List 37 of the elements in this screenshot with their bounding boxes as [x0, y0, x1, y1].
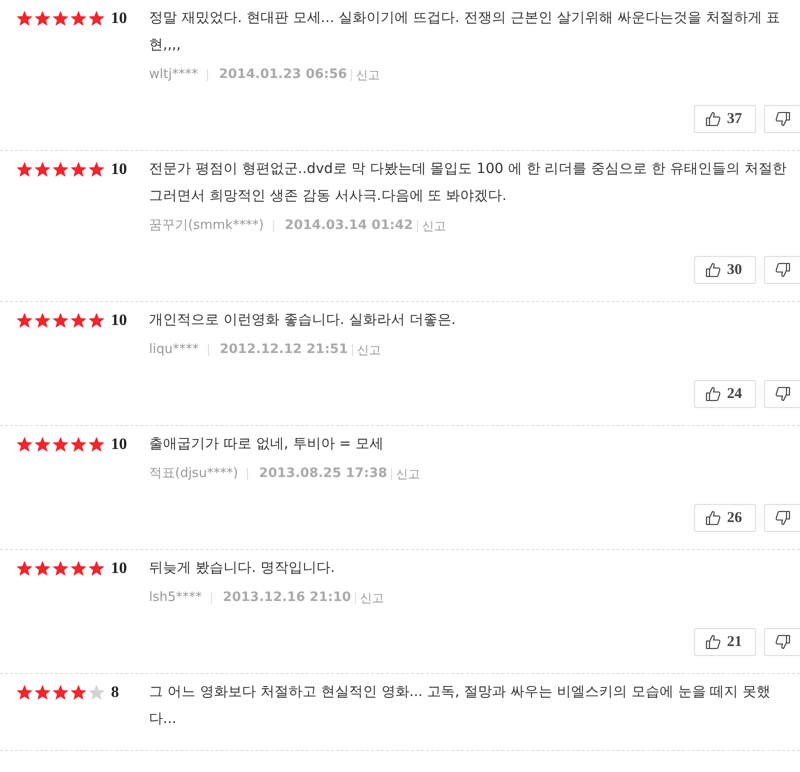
like-button[interactable]: 21 — [694, 628, 756, 656]
author-name: 적표(djsu****) — [149, 468, 248, 480]
rating-score: 10 — [111, 160, 127, 178]
like-button[interactable]: 24 — [694, 380, 756, 408]
thumbs-down-icon — [775, 262, 791, 278]
rating-score: 10 — [111, 312, 127, 330]
like-button[interactable]: 30 — [694, 256, 756, 284]
thumbs-down-icon — [775, 510, 791, 526]
thumbs-up-icon — [705, 262, 721, 278]
review-date: 2014.01.23 06:56 — [208, 69, 352, 81]
author-name: wltj**** — [149, 69, 208, 81]
thumbs-up-icon — [705, 510, 721, 526]
thumbs-up-icon — [705, 634, 721, 650]
rating-score: 8 — [111, 684, 119, 702]
thumbs-up-icon — [705, 111, 721, 127]
author-name: liqu**** — [149, 344, 209, 356]
review-text: 출애굽기가 따로 없네, 투비아 = 모세 — [149, 435, 384, 454]
thumbs-down-icon — [775, 111, 791, 127]
review-text: 개인적으로 이런영화 좋습니다. 실화라서 더좋은. — [149, 311, 457, 330]
review-date: 2013.12.16 21:10 — [212, 592, 356, 604]
author-name: 꿈꾸기(smmk****) — [149, 220, 274, 232]
like-button[interactable]: 37 — [694, 105, 756, 133]
review-date: 2013.08.25 17:38 — [248, 468, 392, 480]
review-text: 뒤늦게 봤습니다. 명작입니다. — [149, 559, 336, 578]
review-text: 그 어느 영화보다 처절하고 현실적인 영화... 고독, 절망과 싸우는 비엘스키의 모습에 눈을 떼지 못했다... — [149, 683, 772, 729]
review-date: 2012.12.12 21:51 — [208, 344, 353, 356]
review-date: 2014.03.14 01:42 — [274, 220, 418, 232]
author-name: lsh5**** — [149, 592, 212, 604]
review-text: 정말 재밌었다. 현대판 모세... 실화이기에 뜨겁다. 전쟁의 근본인 살기위해 싸운다는것을 처절하게 표현,,,, — [149, 9, 782, 55]
review-text: 전문가 평점이 형편없군..dvd로 막 다봤는데 몰입도 100 에 한 리더를 중심으로 한 유태인들의 처절한 그러면서 희망적인 생존 감동 서사극.다음에 또 봐야겠다. — [149, 160, 788, 206]
thumbs-up-icon — [705, 386, 721, 402]
like-button[interactable]: 26 — [694, 504, 756, 532]
thumbs-down-icon — [775, 634, 791, 650]
rating-score: 10 — [111, 560, 127, 578]
thumbs-down-icon — [775, 386, 791, 402]
rating-score: 10 — [111, 10, 127, 28]
rating-score: 10 — [111, 436, 127, 454]
